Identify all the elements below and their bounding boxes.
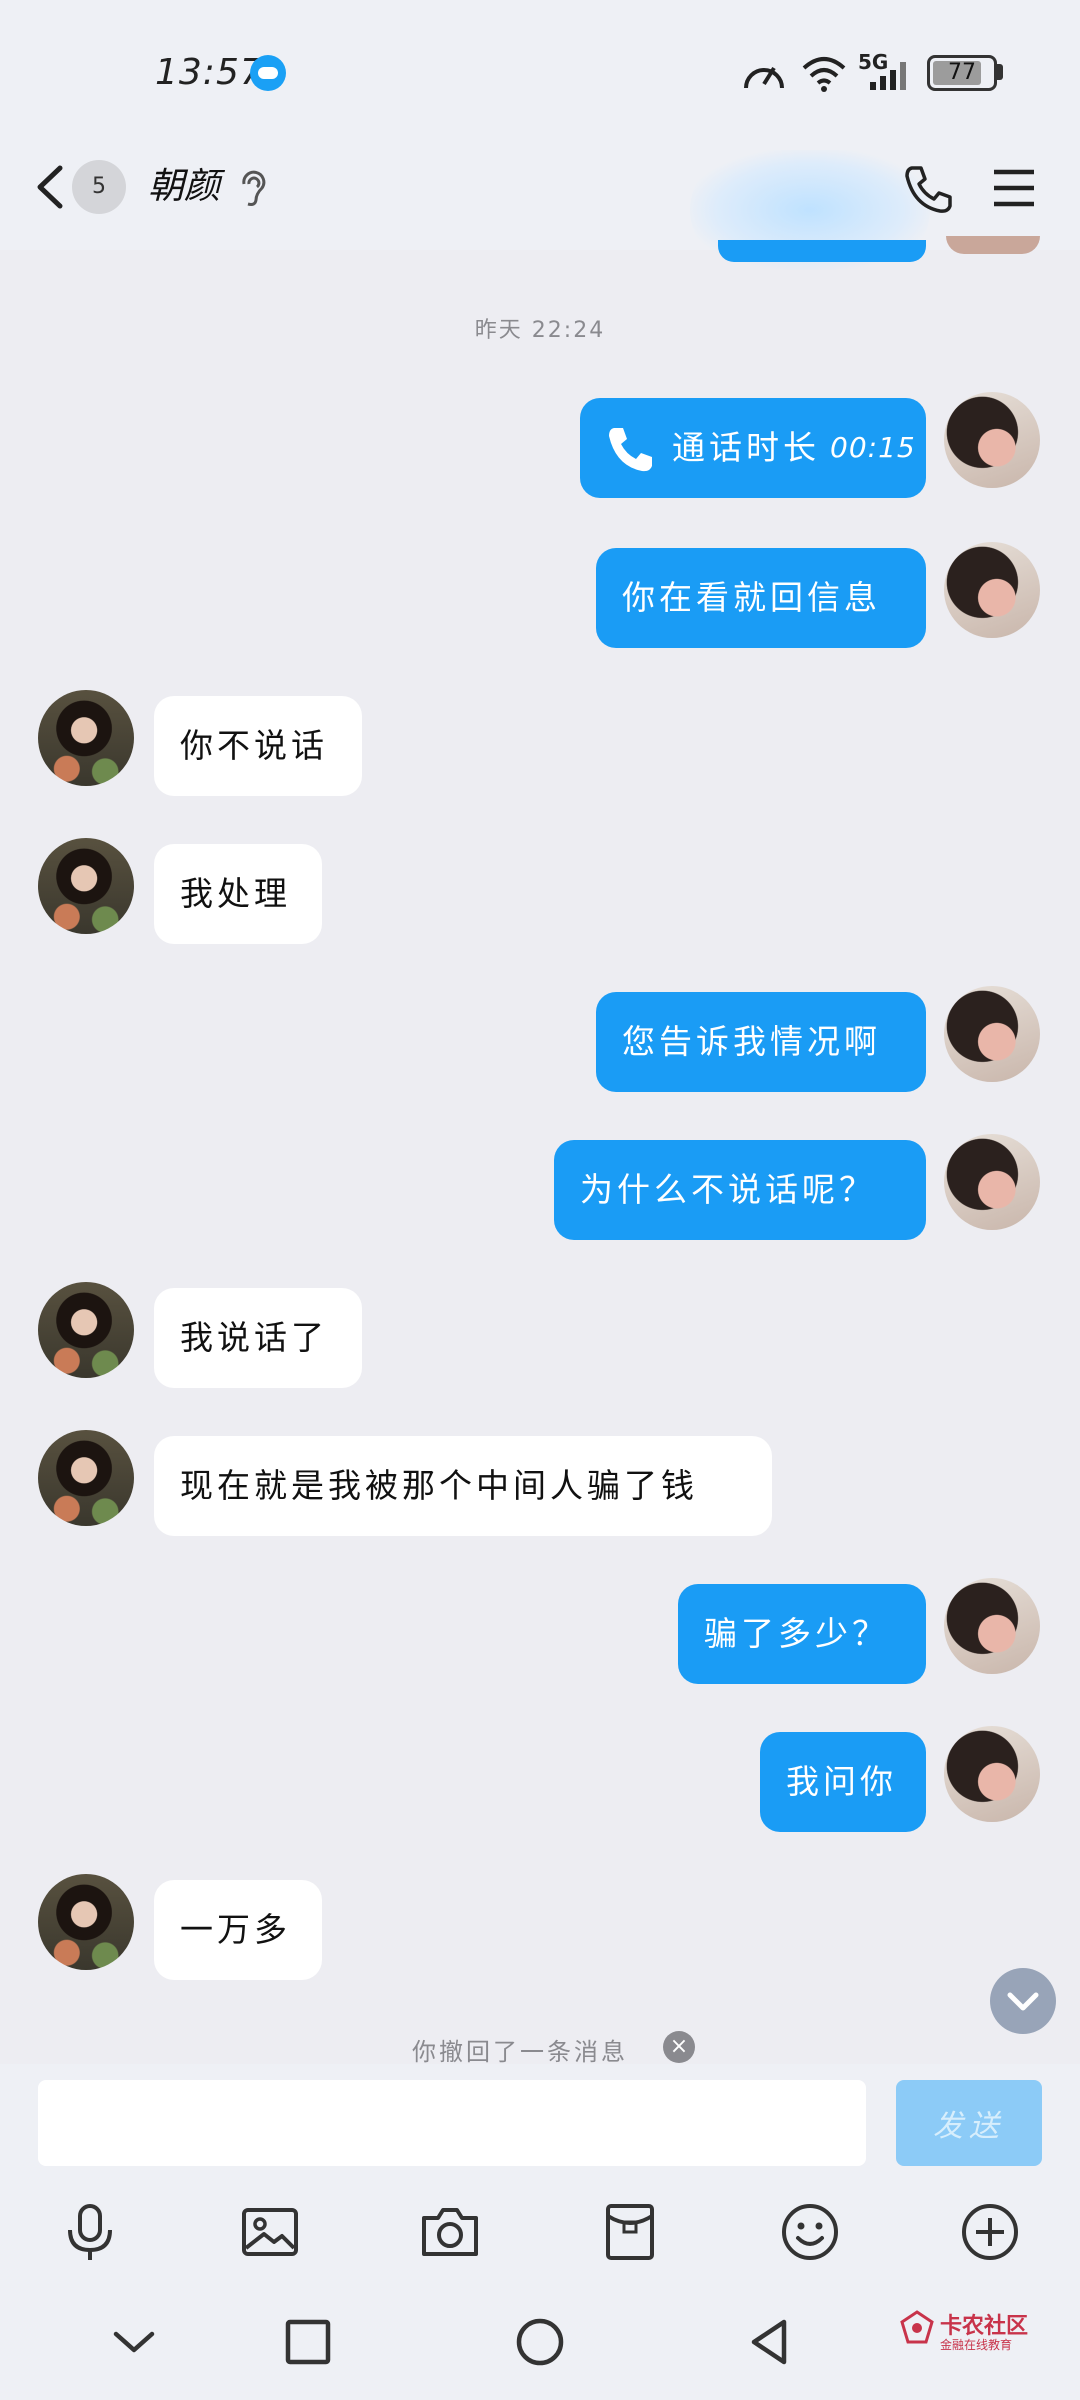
plus-icon[interactable] bbox=[958, 2200, 1022, 2264]
wifi-icon bbox=[802, 57, 846, 92]
my-avatar[interactable] bbox=[944, 986, 1040, 1082]
unread-badge[interactable]: 5 bbox=[72, 160, 126, 214]
message-bubble-incoming[interactable]: 我说话了 bbox=[154, 1288, 362, 1388]
contact-avatar[interactable] bbox=[38, 1430, 134, 1526]
signal-icon bbox=[870, 62, 906, 90]
previous-message-avatar bbox=[946, 236, 1040, 254]
watermark-logo bbox=[900, 2310, 934, 2344]
home-icon[interactable] bbox=[508, 2310, 572, 2374]
ear-icon[interactable] bbox=[236, 168, 270, 208]
emoji-icon[interactable] bbox=[778, 2200, 842, 2264]
date-separator: 昨天 22:24 bbox=[474, 318, 606, 343]
input-toolbar bbox=[0, 2176, 1080, 2288]
my-avatar[interactable] bbox=[944, 1726, 1040, 1822]
message-bubble-outgoing[interactable]: 你在看就回信息 bbox=[596, 548, 926, 648]
battery-nub bbox=[997, 64, 1003, 80]
contact-name[interactable]: 朝颜 bbox=[148, 160, 220, 214]
message-input[interactable] bbox=[38, 2080, 866, 2166]
red-packet-icon[interactable] bbox=[598, 2200, 662, 2264]
recents-icon[interactable] bbox=[276, 2310, 340, 2374]
my-avatar[interactable] bbox=[944, 392, 1040, 488]
battery-icon: 77 bbox=[927, 55, 997, 91]
contact-avatar[interactable] bbox=[38, 838, 134, 934]
previous-message-bubble bbox=[718, 240, 926, 262]
phone-icon bbox=[609, 428, 652, 472]
message-bubble-outgoing[interactable]: 您告诉我情况啊 bbox=[596, 992, 926, 1092]
message-bubble-incoming[interactable]: 我处理 bbox=[154, 844, 322, 944]
close-icon[interactable]: × bbox=[663, 2031, 695, 2063]
my-avatar[interactable] bbox=[944, 542, 1040, 638]
my-avatar[interactable] bbox=[944, 1578, 1040, 1674]
back-icon[interactable] bbox=[30, 160, 70, 214]
contact-avatar[interactable] bbox=[38, 1282, 134, 1378]
call-record-bubble[interactable]: 通话时长 00:15 bbox=[580, 398, 926, 498]
image-icon[interactable] bbox=[238, 2200, 302, 2264]
scroll-to-bottom-button[interactable] bbox=[990, 1968, 1056, 2034]
message-bubble-incoming[interactable]: 现在就是我被那个中间人骗了钱 bbox=[154, 1436, 772, 1536]
camera-icon[interactable] bbox=[418, 2200, 482, 2264]
message-bubble-incoming[interactable]: 你不说话 bbox=[154, 696, 362, 796]
microphone-icon[interactable] bbox=[58, 2200, 122, 2264]
cloud-icon bbox=[250, 55, 286, 91]
my-avatar[interactable] bbox=[944, 1134, 1040, 1230]
status-time: 13:57 bbox=[155, 52, 264, 93]
contact-avatar[interactable] bbox=[38, 690, 134, 786]
message-bubble-incoming[interactable]: 一万多 bbox=[154, 1880, 322, 1980]
watermark-subtitle: 金融在线教育 bbox=[940, 2338, 1013, 2352]
recall-notice: 你撤回了一条消息 bbox=[412, 2038, 628, 2066]
back-nav-icon[interactable] bbox=[738, 2310, 802, 2374]
speed-icon bbox=[744, 66, 784, 89]
contact-avatar[interactable] bbox=[38, 1874, 134, 1970]
message-bubble-outgoing[interactable]: 我问你 bbox=[760, 1732, 926, 1832]
chevron-down-icon bbox=[1007, 1992, 1039, 2011]
call-duration: 00:15 bbox=[830, 431, 916, 464]
menu-icon[interactable] bbox=[990, 164, 1038, 212]
battery-level: 77 bbox=[948, 60, 976, 85]
message-bubble-outgoing[interactable]: 骗了多少？ bbox=[678, 1584, 926, 1684]
call-label: 通话时长 bbox=[672, 428, 820, 467]
phone-icon[interactable] bbox=[902, 162, 956, 216]
message-bubble-outgoing[interactable]: 为什么不说话呢？ bbox=[554, 1140, 926, 1240]
chevron-down-icon[interactable] bbox=[102, 2310, 166, 2374]
send-button[interactable]: 发送 bbox=[896, 2080, 1042, 2166]
